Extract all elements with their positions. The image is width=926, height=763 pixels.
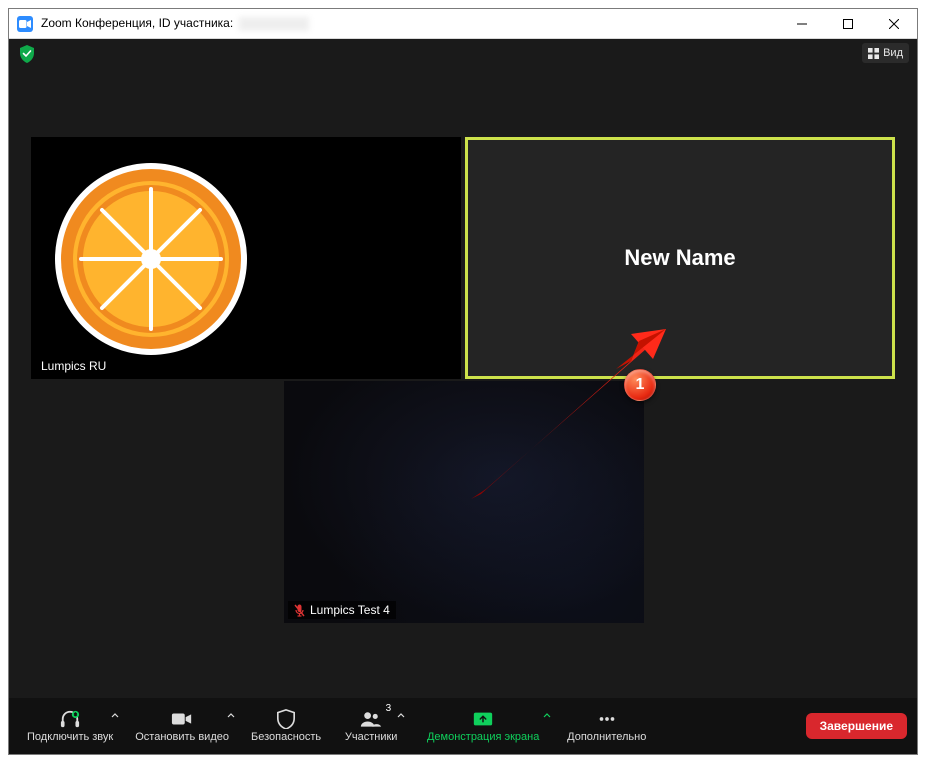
mic-muted-icon xyxy=(294,604,305,617)
more-icon xyxy=(596,709,618,729)
stop-video-button[interactable]: Остановить видео xyxy=(127,705,237,747)
shield-icon xyxy=(275,709,297,729)
chevron-up-icon[interactable] xyxy=(227,711,235,723)
join-audio-label: Подключить звук xyxy=(27,731,113,743)
participant-tile-active[interactable]: New Name xyxy=(465,137,895,379)
chevron-up-icon[interactable] xyxy=(111,711,119,723)
minimize-button[interactable] xyxy=(779,9,825,39)
participant-name-badge: Lumpics Test 4 xyxy=(288,601,396,619)
meeting-top-strip: Вид xyxy=(9,39,917,67)
headphones-icon xyxy=(59,709,81,729)
video-grid: Lumpics RU New Name xyxy=(31,137,897,623)
app-window: Zoom Конференция, ID участника: Вид xyxy=(8,8,918,755)
close-button[interactable] xyxy=(871,9,917,39)
maximize-button[interactable] xyxy=(825,9,871,39)
encryption-shield-icon[interactable] xyxy=(19,45,35,63)
annotation-marker: 1 xyxy=(624,369,656,401)
share-screen-button[interactable]: Демонстрация экрана xyxy=(413,705,553,747)
participant-name-badge: Lumpics RU xyxy=(35,357,112,375)
window-title: Zoom Конференция, ID участника: xyxy=(41,16,309,31)
end-meeting-label: Завершение xyxy=(820,719,893,733)
participant-name-label: Lumpics Test 4 xyxy=(310,603,390,617)
window-title-id-blurred xyxy=(239,17,309,31)
stop-video-label: Остановить видео xyxy=(135,731,229,743)
participants-icon xyxy=(360,709,382,729)
security-button[interactable]: Безопасность xyxy=(243,705,329,747)
participant-tile[interactable]: Lumpics Test 4 xyxy=(284,381,644,623)
join-audio-button[interactable]: Подключить звук xyxy=(19,705,121,747)
chevron-up-icon[interactable] xyxy=(397,711,405,723)
chevron-up-icon[interactable] xyxy=(543,711,551,723)
security-label: Безопасность xyxy=(251,731,321,743)
window-controls xyxy=(779,9,917,39)
participants-button[interactable]: 3 Участники xyxy=(335,705,407,747)
window-titlebar: Zoom Конференция, ID участника: xyxy=(9,9,917,39)
annotation-marker-label: 1 xyxy=(636,376,645,394)
participant-display-name: New Name xyxy=(468,140,892,376)
participant-name-label: Lumpics RU xyxy=(41,359,106,373)
meeting-area: Вид xyxy=(9,39,917,754)
end-meeting-button[interactable]: Завершение xyxy=(806,713,907,739)
view-button-label: Вид xyxy=(883,47,903,59)
zoom-app-icon xyxy=(17,16,33,32)
more-label: Дополнительно xyxy=(567,731,646,743)
view-button[interactable]: Вид xyxy=(862,43,909,63)
share-screen-label: Демонстрация экрана xyxy=(427,731,539,743)
grid-icon xyxy=(868,48,879,59)
meeting-toolbar: Подключить звук Остановить видео Безопас… xyxy=(9,698,917,754)
video-camera-icon xyxy=(171,709,193,729)
participants-label: Участники xyxy=(345,731,398,743)
share-screen-icon xyxy=(472,709,494,729)
more-button[interactable]: Дополнительно xyxy=(559,705,654,747)
participant-tile[interactable]: Lumpics RU xyxy=(31,137,461,379)
window-title-text: Zoom Конференция, ID участника: xyxy=(41,16,237,30)
participant-avatar xyxy=(51,159,251,359)
participants-count-badge: 3 xyxy=(386,703,392,714)
